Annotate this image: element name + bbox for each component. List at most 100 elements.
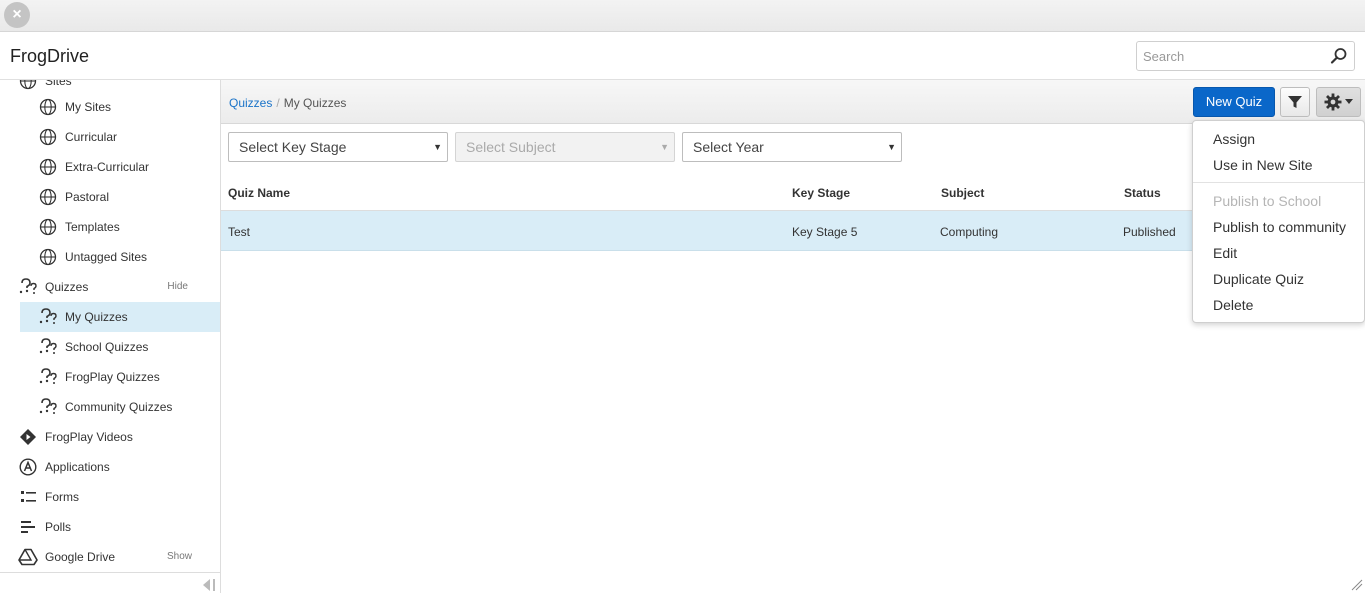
app-header: FrogDrive bbox=[0, 32, 1365, 80]
sidebar-item-label: My Quizzes bbox=[65, 310, 128, 324]
sidebar-item-forms[interactable]: Forms bbox=[0, 482, 220, 512]
globe-icon bbox=[38, 217, 58, 237]
chevron-down-icon bbox=[1345, 99, 1353, 104]
sidebar-item-label: Untagged Sites bbox=[65, 250, 148, 264]
breadcrumb-separator: / bbox=[276, 96, 280, 110]
settings-menu-button[interactable] bbox=[1316, 87, 1361, 117]
column-header-key-stage[interactable]: Key Stage bbox=[792, 186, 850, 200]
sidebar-item-google-drive[interactable]: Google Drive Show bbox=[0, 542, 220, 572]
google-drive-icon bbox=[18, 547, 38, 567]
column-header-subject[interactable]: Subject bbox=[941, 186, 984, 200]
subject-select-value: Select Subject bbox=[466, 139, 556, 155]
settings-dropdown-menu: Assign Use in New Site Publish to School… bbox=[1192, 120, 1365, 323]
sidebar-item-label: Extra-Curricular bbox=[65, 160, 150, 174]
cell-subject: Computing bbox=[940, 225, 999, 239]
globe-icon bbox=[38, 127, 58, 147]
key-stage-select-value: Select Key Stage bbox=[239, 139, 347, 155]
sidebar-item-label: FrogPlay Videos bbox=[45, 430, 133, 444]
menu-item-publish-to-school: Publish to School bbox=[1213, 193, 1322, 209]
menu-item-assign[interactable]: Assign bbox=[1213, 131, 1255, 147]
year-select[interactable]: Select Year ▼ bbox=[682, 132, 902, 162]
sidebar-item-templates[interactable]: Templates bbox=[0, 212, 220, 242]
menu-item-delete[interactable]: Delete bbox=[1213, 297, 1253, 313]
toolbar: Quizzes / My Quizzes New Quiz bbox=[221, 80, 1365, 124]
quiz-icon bbox=[38, 307, 58, 327]
sidebar-item-label: Applications bbox=[45, 460, 110, 474]
globe-icon bbox=[38, 97, 58, 117]
sidebar-item-label: Quizzes bbox=[45, 280, 89, 294]
search-icon[interactable] bbox=[1330, 47, 1348, 65]
sidebar-item-community-quizzes[interactable]: Community Quizzes bbox=[0, 392, 220, 422]
column-header-quiz-name[interactable]: Quiz Name bbox=[228, 186, 290, 200]
sidebar-item-label: Google Drive bbox=[45, 550, 116, 564]
sidebar-item-label: School Quizzes bbox=[65, 340, 149, 354]
quiz-icon bbox=[18, 277, 38, 297]
column-header-status[interactable]: Status bbox=[1124, 186, 1161, 200]
sidebar: Sites My Sites Curricular Extra-Curricul… bbox=[0, 80, 221, 593]
sidebar-item-label: Curricular bbox=[65, 130, 118, 144]
forms-icon bbox=[18, 487, 38, 507]
collapse-sidebar-icon[interactable] bbox=[200, 578, 218, 592]
sidebar-item-school-quizzes[interactable]: School Quizzes bbox=[0, 332, 220, 362]
year-select-value: Select Year bbox=[693, 139, 764, 155]
filter-button[interactable] bbox=[1280, 87, 1310, 117]
sidebar-divider bbox=[0, 572, 220, 573]
sidebar-item-label: Pastoral bbox=[65, 190, 110, 204]
menu-item-edit[interactable]: Edit bbox=[1213, 245, 1237, 261]
chevron-down-icon: ▼ bbox=[433, 142, 442, 152]
app-title: FrogDrive bbox=[10, 46, 90, 66]
cell-quiz-name: Test bbox=[228, 225, 251, 239]
globe-icon bbox=[38, 187, 58, 207]
sidebar-item-label: Sites bbox=[45, 80, 72, 88]
sidebar-item-label: Templates bbox=[65, 220, 120, 234]
key-stage-select[interactable]: Select Key Stage ▼ bbox=[228, 132, 448, 162]
resize-handle-icon[interactable] bbox=[1351, 579, 1363, 591]
quiz-icon bbox=[38, 367, 58, 387]
video-icon bbox=[18, 427, 38, 447]
filter-icon bbox=[1288, 96, 1302, 108]
quiz-icon bbox=[38, 397, 58, 417]
menu-item-use-in-new-site[interactable]: Use in New Site bbox=[1213, 157, 1313, 173]
search-box[interactable] bbox=[1136, 41, 1355, 71]
sidebar-item-untagged-sites[interactable]: Untagged Sites bbox=[0, 242, 220, 272]
globe-icon bbox=[38, 247, 58, 267]
sidebar-item-label: My Sites bbox=[65, 100, 112, 114]
hide-toggle[interactable]: Hide bbox=[167, 281, 188, 292]
sidebar-item-applications[interactable]: Applications bbox=[0, 452, 220, 482]
close-button[interactable]: × bbox=[4, 2, 30, 28]
gear-icon bbox=[1324, 93, 1342, 111]
chevron-down-icon: ▼ bbox=[660, 142, 669, 152]
sidebar-item-curricular[interactable]: Curricular bbox=[0, 122, 220, 152]
globe-icon bbox=[38, 157, 58, 177]
sidebar-item-quizzes[interactable]: Quizzes Hide bbox=[0, 272, 220, 302]
sidebar-item-extra-curricular[interactable]: Extra-Curricular bbox=[0, 152, 220, 182]
breadcrumb: Quizzes / My Quizzes bbox=[229, 96, 346, 110]
window-bar: × bbox=[0, 0, 1365, 32]
polls-icon bbox=[18, 517, 38, 537]
sidebar-item-my-sites[interactable]: My Sites bbox=[0, 92, 220, 122]
quiz-icon bbox=[38, 337, 58, 357]
menu-item-duplicate-quiz[interactable]: Duplicate Quiz bbox=[1213, 271, 1304, 287]
cell-key-stage: Key Stage 5 bbox=[792, 225, 858, 239]
cell-status: Published bbox=[1123, 225, 1176, 239]
search-input[interactable] bbox=[1137, 42, 1317, 70]
sidebar-item-frogplay-videos[interactable]: FrogPlay Videos bbox=[0, 422, 220, 452]
show-toggle[interactable]: Show bbox=[167, 551, 192, 562]
sidebar-item-label: FrogPlay Quizzes bbox=[65, 370, 160, 384]
new-quiz-button[interactable]: New Quiz bbox=[1193, 87, 1275, 117]
chevron-down-icon: ▼ bbox=[887, 142, 896, 152]
menu-item-publish-to-community[interactable]: Publish to community bbox=[1213, 219, 1346, 235]
applications-icon bbox=[18, 457, 38, 477]
breadcrumb-quizzes-link[interactable]: Quizzes bbox=[229, 96, 272, 110]
sidebar-item-frogplay-quizzes[interactable]: FrogPlay Quizzes bbox=[0, 362, 220, 392]
sidebar-item-label: Forms bbox=[45, 490, 79, 504]
menu-divider bbox=[1193, 182, 1364, 183]
sidebar-item-label: Community Quizzes bbox=[65, 400, 173, 414]
sidebar-item-my-quizzes[interactable]: My Quizzes bbox=[20, 302, 220, 332]
sidebar-item-polls[interactable]: Polls bbox=[0, 512, 220, 542]
breadcrumb-current: My Quizzes bbox=[283, 96, 347, 110]
sidebar-item-pastoral[interactable]: Pastoral bbox=[0, 182, 220, 212]
subject-select[interactable]: Select Subject ▼ bbox=[455, 132, 675, 162]
globe-icon bbox=[18, 80, 38, 91]
sidebar-item-label: Polls bbox=[45, 520, 72, 534]
